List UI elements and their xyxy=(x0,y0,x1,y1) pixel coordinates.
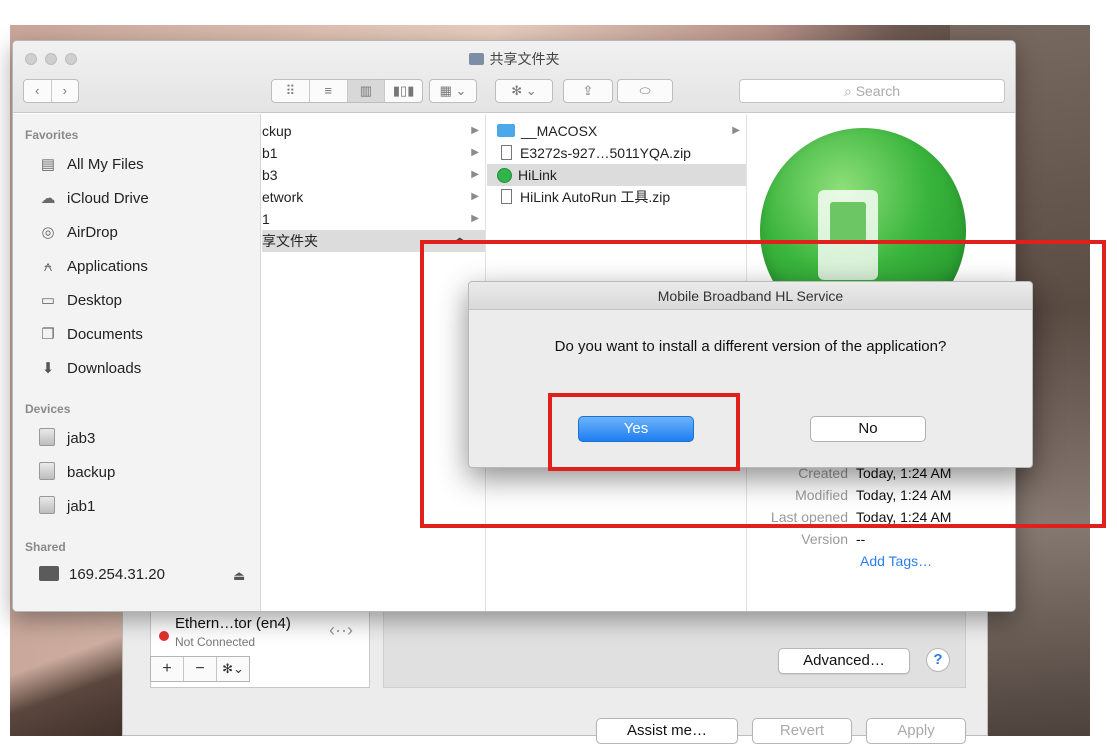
column-view-button[interactable]: ▥ xyxy=(347,80,386,102)
revert-button[interactable]: Revert xyxy=(752,718,852,744)
network-service-item[interactable]: Ethern…tor (en4) Not Connected ‹··› xyxy=(155,609,367,657)
eject-icon[interactable]: ⏏ xyxy=(455,230,465,252)
service-action-button[interactable]: ✻⌄ xyxy=(217,657,249,681)
edit-tags-button[interactable]: ⬭ xyxy=(617,79,673,103)
sidebar-item-all-my-files[interactable]: ▤ All My Files xyxy=(39,152,144,178)
folder-icon xyxy=(497,124,515,137)
no-button[interactable]: No xyxy=(810,416,926,442)
search-input[interactable]: ⌕ Search xyxy=(739,79,1005,103)
share-button[interactable]: ⇪ xyxy=(563,79,613,103)
finder-titlebar: 共享文件夹 ‹ › ⠿ ≡ ▥ ▮▯▮ ▦ ⌄ ✻ ⌄ ⇪ ⬭ ⌕ Search xyxy=(13,41,1015,113)
desktop-icon: ▭ xyxy=(40,292,56,309)
share-icon: ⇪ xyxy=(582,83,594,98)
add-tags-link[interactable]: Add Tags… xyxy=(860,553,932,569)
alert-dialog: Mobile Broadband HL Service Do you want … xyxy=(468,281,1033,468)
sidebar-item-backup[interactable]: backup xyxy=(39,460,115,486)
zip-file-icon xyxy=(501,189,512,204)
ethernet-arrows-icon: ‹··› xyxy=(329,620,353,640)
list-item[interactable]: 1 ▶ xyxy=(262,208,485,230)
disk-icon xyxy=(39,462,55,480)
forward-button[interactable]: › xyxy=(52,80,79,102)
sidebar-item-downloads[interactable]: ⬇ Downloads xyxy=(39,356,142,382)
disk-icon xyxy=(39,496,55,514)
list-item[interactable]: b3 ▶ xyxy=(262,164,485,186)
icon-view-button[interactable]: ⠿ xyxy=(272,80,310,102)
network-list-toolbar: + − ✻⌄ xyxy=(150,656,250,682)
browser-column-1: ckup ▶ b1 ▶ b3 ▶ etwork ▶ 1 ▶ 享文件夹 ⏏ xyxy=(262,114,486,611)
nav-buttons: ‹ › xyxy=(23,79,79,103)
sidebar-item-jab3[interactable]: jab3 xyxy=(39,426,95,452)
disclosure-arrow-icon: ▶ xyxy=(732,125,740,136)
monitor-icon xyxy=(39,566,59,581)
list-view-button[interactable]: ≡ xyxy=(310,80,348,102)
list-item[interactable]: etwork ▶ xyxy=(262,186,485,208)
favorites-heading: Favorites xyxy=(25,128,79,142)
airdrop-icon: ◎ xyxy=(41,224,55,241)
finder-sidebar: Favorites ▤ All My Files ☁ iCloud Drive ◎ A… xyxy=(13,114,261,611)
network-service-status: Not Connected xyxy=(175,635,256,649)
search-icon: ⌕ xyxy=(843,83,856,99)
add-service-button[interactable]: + xyxy=(151,657,184,681)
list-item[interactable]: E3272s-927…5011YQA.zip xyxy=(487,142,746,164)
disk-icon xyxy=(39,428,55,446)
help-button[interactable]: ? xyxy=(926,648,950,672)
list-item-selected[interactable]: HiLink xyxy=(487,164,746,186)
cloud-icon: ☁ xyxy=(40,190,56,207)
apply-button[interactable]: Apply xyxy=(866,718,966,744)
shared-folder-icon xyxy=(468,53,484,65)
sidebar-item-icloud-drive[interactable]: ☁ iCloud Drive xyxy=(39,186,149,212)
hilink-app-icon xyxy=(497,168,512,183)
coverflow-view-button[interactable]: ▮▯▮ xyxy=(385,80,422,102)
sidebar-item-airdrop[interactable]: ◎ AirDrop xyxy=(39,220,117,246)
sidebar-item-documents[interactable]: ❐ Documents xyxy=(39,322,143,348)
disclosure-arrow-icon: ▶ xyxy=(471,125,479,136)
eject-icon[interactable]: ⏏ xyxy=(233,568,245,584)
back-button[interactable]: ‹ xyxy=(24,80,52,102)
yes-button[interactable]: Yes xyxy=(578,416,694,442)
dialog-title: Mobile Broadband HL Service xyxy=(469,282,1032,310)
action-gear-button[interactable]: ✻ ⌄ xyxy=(495,79,553,103)
arrange-button[interactable]: ▦ ⌄ xyxy=(429,79,477,103)
assist-me-button[interactable]: Assist me… xyxy=(596,718,738,744)
downloads-icon: ⬇ xyxy=(41,360,55,377)
network-service-name: Ethern…tor (en4) xyxy=(175,615,291,632)
device-screen-icon xyxy=(830,202,866,242)
sidebar-item-shared-server[interactable]: 169.254.31.20 xyxy=(39,562,165,588)
all-files-icon: ▤ xyxy=(40,156,56,173)
sidebar-item-desktop[interactable]: ▭ Desktop xyxy=(39,288,122,314)
gear-icon: ✻ xyxy=(511,83,523,98)
documents-icon: ❐ xyxy=(41,326,55,343)
applications-icon: ⍲ xyxy=(43,258,53,275)
disclosure-arrow-icon: ▶ xyxy=(471,191,479,202)
remove-service-button[interactable]: − xyxy=(184,657,217,681)
sidebar-item-applications[interactable]: ⍲ Applications xyxy=(39,254,147,280)
list-item-selected[interactable]: 享文件夹 ⏏ xyxy=(262,230,485,252)
list-item[interactable]: ckup ▶ xyxy=(262,120,485,142)
view-mode-control: ⠿ ≡ ▥ ▮▯▮ xyxy=(271,79,423,103)
shared-heading: Shared xyxy=(25,540,66,554)
disclosure-arrow-icon: ▶ xyxy=(471,169,479,180)
zip-file-icon xyxy=(501,145,512,160)
disclosure-arrow-icon: ▶ xyxy=(471,213,479,224)
sidebar-item-jab1[interactable]: jab1 xyxy=(39,494,95,520)
status-dot-icon xyxy=(159,631,169,641)
list-item[interactable]: HiLink AutoRun 工具.zip xyxy=(487,186,746,208)
disclosure-arrow-icon: ▶ xyxy=(471,147,479,158)
devices-heading: Devices xyxy=(25,402,71,416)
list-item[interactable]: b1 ▶ xyxy=(262,142,485,164)
list-item[interactable]: __MACOSX ▶ xyxy=(487,120,746,142)
advanced-button[interactable]: Advanced… xyxy=(778,648,910,674)
dialog-message: Do you want to install a different versi… xyxy=(554,338,947,355)
window-title: 共享文件夹 xyxy=(13,49,1015,69)
tag-icon: ⬭ xyxy=(639,83,651,98)
